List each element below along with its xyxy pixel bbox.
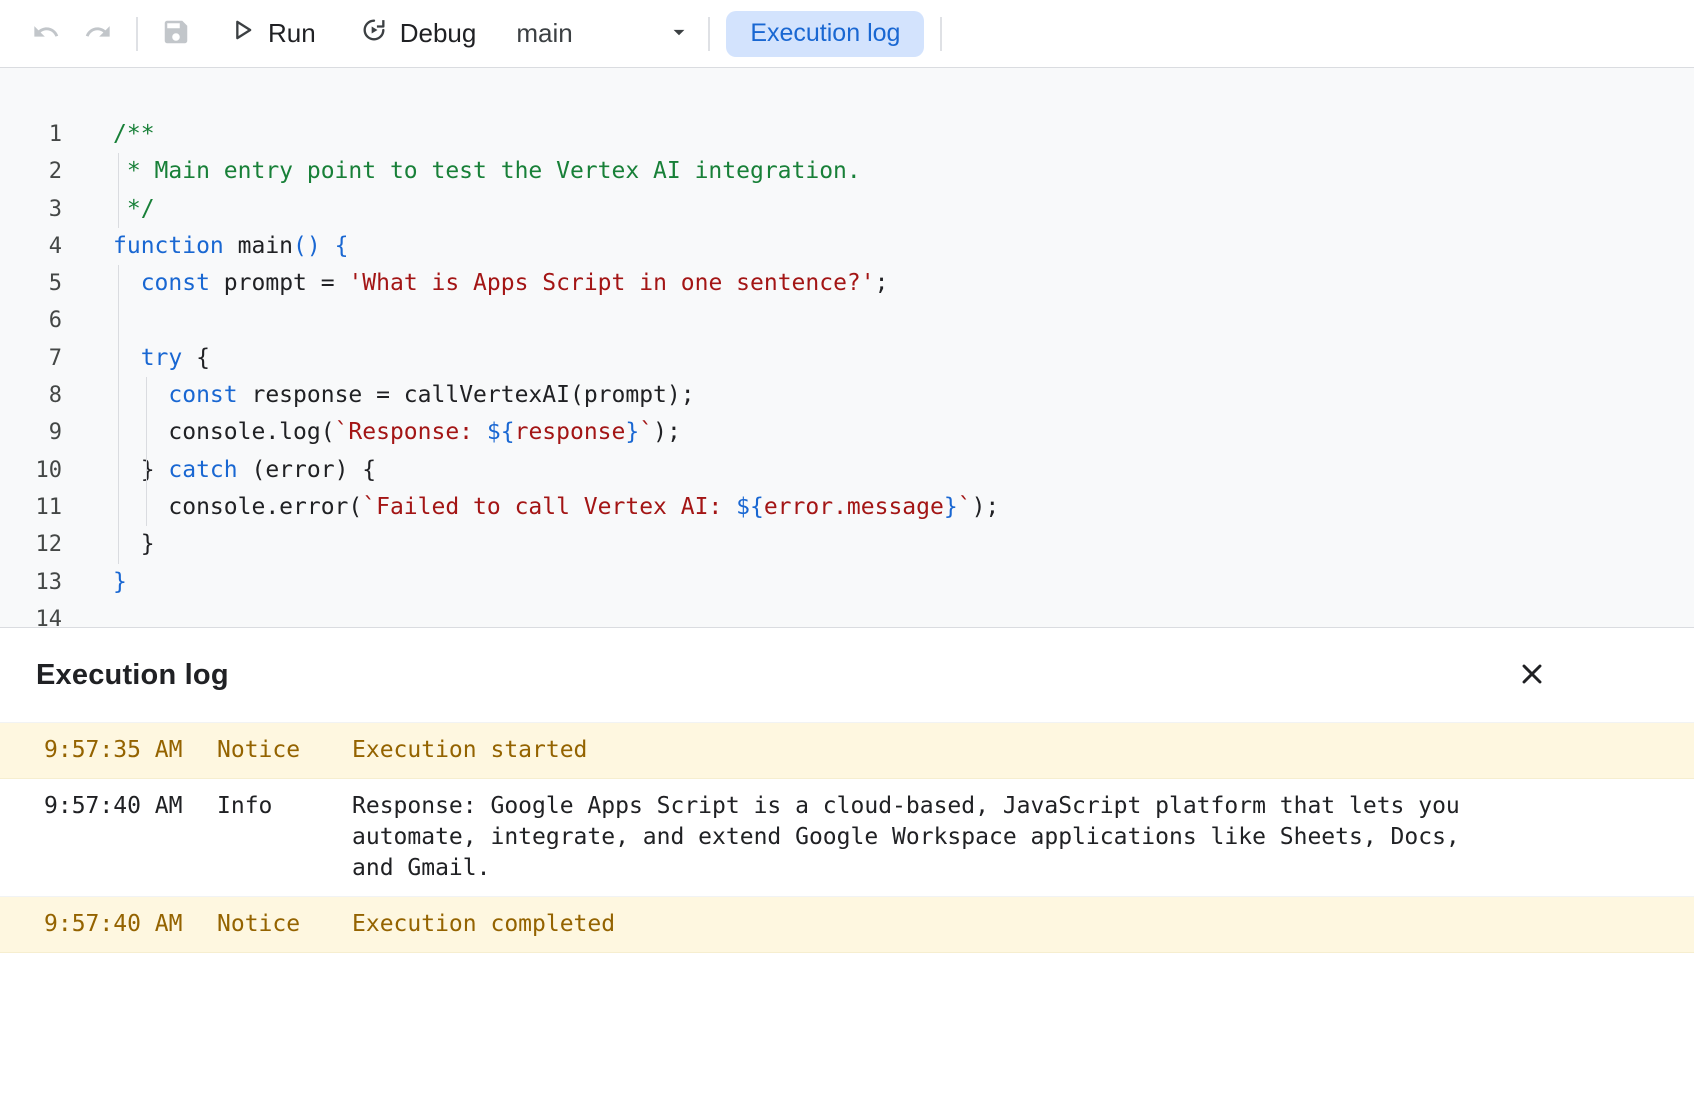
- toolbar: Run Debug main Execution log: [0, 0, 1694, 68]
- code-line[interactable]: 2 * Main entry point to test the Vertex …: [0, 153, 1694, 190]
- code-text: console.log(`Response: ${response}`);: [113, 414, 681, 451]
- code-text: }: [113, 526, 155, 563]
- code-line[interactable]: 3 */: [0, 191, 1694, 228]
- indent-guide: [118, 153, 119, 228]
- debug-button[interactable]: Debug: [360, 16, 477, 51]
- run-button-label: Run: [268, 18, 316, 49]
- code-text: */: [113, 191, 155, 228]
- line-number: 13: [0, 564, 62, 601]
- save-project-icon: [161, 17, 191, 50]
- log-row: 9:57:35 AMNoticeExecution started: [0, 723, 1694, 779]
- code-line[interactable]: 13}: [0, 564, 1694, 601]
- code-text: try {: [113, 340, 210, 377]
- code-editor[interactable]: 1/**2 * Main entry point to test the Ver…: [0, 68, 1694, 628]
- code-line[interactable]: 5 const prompt = 'What is Apps Script in…: [0, 265, 1694, 302]
- line-number: 8: [0, 377, 62, 414]
- close-icon: [1516, 658, 1548, 693]
- function-select[interactable]: main: [516, 18, 692, 49]
- undo-icon: [32, 18, 60, 49]
- code-line[interactable]: 7 try {: [0, 340, 1694, 377]
- code-line[interactable]: 10 } catch (error) {: [0, 452, 1694, 489]
- line-number: 4: [0, 228, 62, 265]
- code-text: * Main entry point to test the Vertex AI…: [113, 153, 861, 190]
- log-level: Notice: [217, 909, 352, 940]
- run-button[interactable]: Run: [228, 16, 316, 51]
- debug-button-label: Debug: [400, 18, 477, 49]
- toolbar-divider: [708, 17, 710, 51]
- function-select-value: main: [516, 18, 572, 49]
- code-text: function main() {: [113, 228, 348, 265]
- code-line[interactable]: 6: [0, 302, 1694, 339]
- line-number: 5: [0, 265, 62, 302]
- log-timestamp: 9:57:35 AM: [44, 735, 217, 766]
- log-message: Execution completed: [352, 909, 1492, 940]
- code-line[interactable]: 11 console.error(`Failed to call Vertex …: [0, 489, 1694, 526]
- line-number: 9: [0, 414, 62, 451]
- code-lines: 1/**2 * Main entry point to test the Ver…: [0, 68, 1694, 628]
- chevron-down-icon: [666, 19, 692, 48]
- line-number: 12: [0, 526, 62, 563]
- indent-guide: [146, 377, 147, 526]
- code-text: }: [113, 564, 127, 601]
- redo-button[interactable]: [76, 12, 120, 56]
- code-text: const response = callVertexAI(prompt);: [113, 377, 695, 414]
- code-text: } catch (error) {: [113, 452, 376, 489]
- log-message: Execution started: [352, 735, 1492, 766]
- execution-log-header: Execution log: [0, 628, 1694, 722]
- close-execution-log-button[interactable]: [1512, 655, 1552, 695]
- debug-icon: [360, 16, 388, 51]
- line-number: 11: [0, 489, 62, 526]
- execution-log-panel: Execution log 9:57:35 AMNoticeExecution …: [0, 628, 1694, 953]
- execution-log-title: Execution log: [36, 659, 229, 692]
- log-level: Notice: [217, 735, 352, 766]
- line-number: 7: [0, 340, 62, 377]
- log-level: Info: [217, 791, 352, 822]
- code-text: /**: [113, 116, 155, 153]
- code-line[interactable]: 9 console.log(`Response: ${response}`);: [0, 414, 1694, 451]
- log-timestamp: 9:57:40 AM: [44, 791, 217, 822]
- code-line[interactable]: 1 /**: [0, 116, 1694, 153]
- toolbar-divider: [136, 17, 138, 51]
- code-line[interactable]: 4 function main() {: [0, 228, 1694, 265]
- line-number: 14: [0, 601, 62, 628]
- log-message: Response: Google Apps Script is a cloud-…: [352, 791, 1492, 884]
- code-line[interactable]: 8 const response = callVertexAI(prompt);: [0, 377, 1694, 414]
- save-project-button[interactable]: [154, 12, 198, 56]
- line-number: 3: [0, 191, 62, 228]
- line-number: 2: [0, 153, 62, 190]
- undo-button[interactable]: [24, 12, 68, 56]
- log-timestamp: 9:57:40 AM: [44, 909, 217, 940]
- indent-guide: [118, 265, 119, 564]
- code-line[interactable]: 12 }: [0, 526, 1694, 563]
- code-line[interactable]: 14: [0, 601, 1694, 628]
- line-number: 1: [0, 116, 62, 153]
- line-number: 6: [0, 302, 62, 339]
- log-row: 9:57:40 AMInfoResponse: Google Apps Scri…: [0, 779, 1694, 897]
- code-text: const prompt = 'What is Apps Script in o…: [113, 265, 889, 302]
- toolbar-divider: [940, 17, 942, 51]
- play-icon: [228, 16, 256, 51]
- code-text: console.error(`Failed to call Vertex AI:…: [113, 489, 999, 526]
- redo-icon: [84, 18, 112, 49]
- log-rows: 9:57:35 AMNoticeExecution started9:57:40…: [0, 722, 1694, 953]
- execution-log-button[interactable]: Execution log: [726, 11, 924, 57]
- line-number: 10: [0, 452, 62, 489]
- log-row: 9:57:40 AMNoticeExecution completed: [0, 897, 1694, 953]
